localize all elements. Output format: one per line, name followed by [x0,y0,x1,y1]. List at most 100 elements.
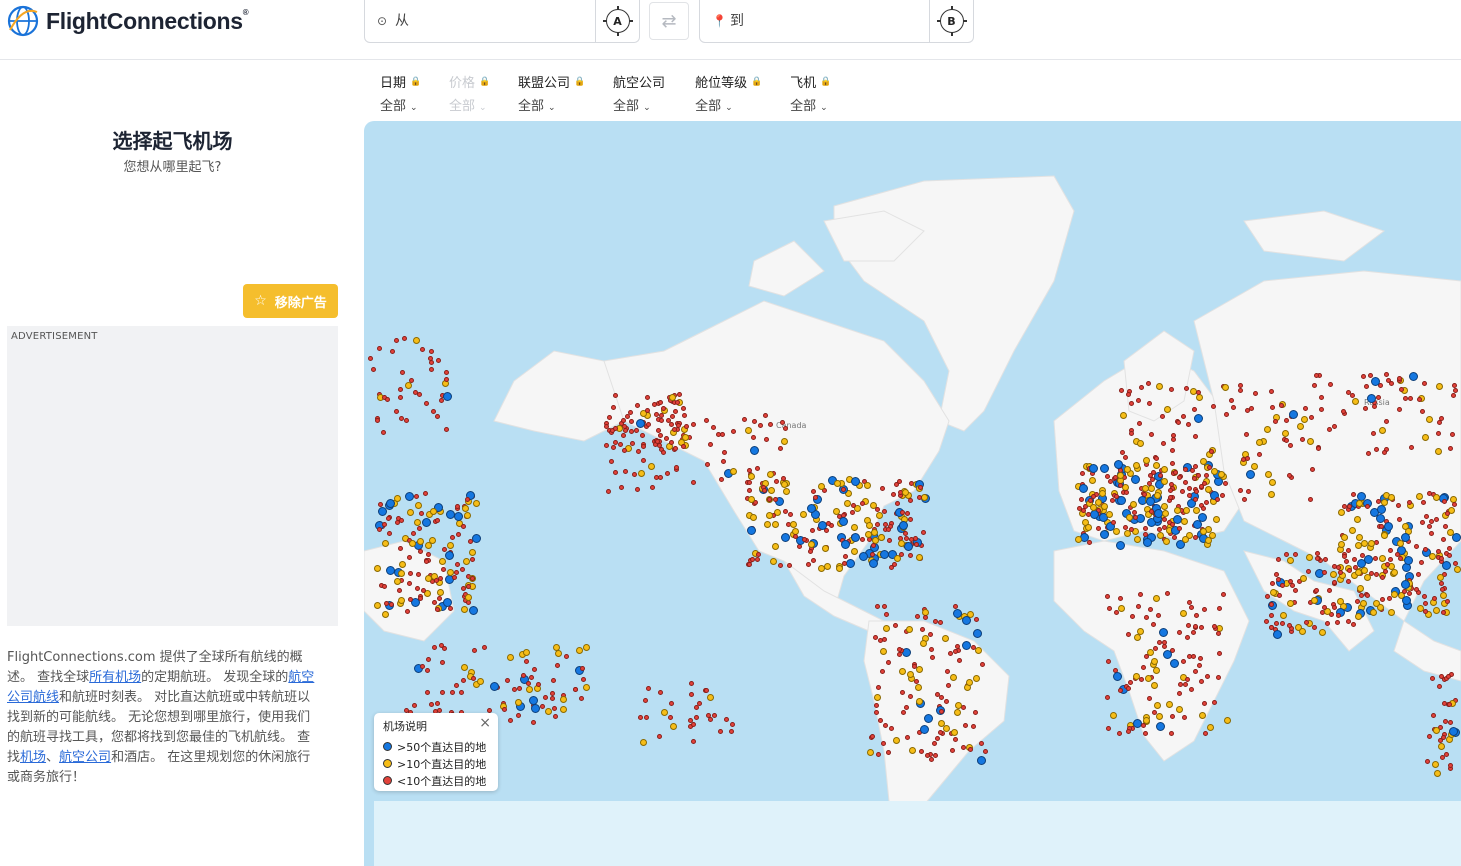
airport-marker[interactable] [376,345,382,351]
airport-marker[interactable] [1363,405,1369,411]
airport-marker[interactable] [1182,479,1188,485]
airport-marker[interactable] [1105,593,1111,599]
airport-marker[interactable] [915,553,923,561]
airport-marker[interactable] [1204,537,1212,545]
airport-marker[interactable] [1245,469,1255,479]
airport-marker[interactable] [916,494,922,500]
airport-marker[interactable] [1177,629,1183,635]
airport-marker[interactable] [1143,456,1150,464]
airport-marker[interactable] [1286,622,1292,628]
airport-marker[interactable] [868,559,878,569]
airport-marker[interactable] [1192,496,1198,502]
airport-marker[interactable] [747,496,755,504]
airport-marker[interactable] [754,556,760,562]
airport-marker[interactable] [579,665,585,671]
airport-marker[interactable] [841,560,847,566]
airport-marker[interactable] [967,746,973,752]
airport-marker[interactable] [564,653,570,659]
airport-marker[interactable] [875,512,883,520]
airport-marker[interactable] [501,706,507,712]
airport-marker[interactable] [688,691,694,697]
airport-marker[interactable] [1446,553,1452,559]
airport-marker[interactable] [768,421,774,427]
airport-marker[interactable] [920,494,928,502]
airport-marker[interactable] [1173,470,1178,475]
airport-marker[interactable] [1318,394,1324,400]
airport-marker[interactable] [1387,556,1393,562]
airport-marker[interactable] [874,521,880,527]
airport-marker[interactable] [1193,612,1199,618]
airport-marker[interactable] [945,682,951,688]
airport-marker[interactable] [490,681,500,691]
airport-marker[interactable] [1224,411,1230,417]
airport-marker[interactable] [851,477,860,486]
airport-marker[interactable] [811,557,816,563]
airport-marker[interactable] [684,423,690,429]
airport-marker[interactable] [1433,517,1439,522]
airport-marker[interactable] [859,537,865,543]
airport-marker[interactable] [1151,710,1157,716]
airport-marker[interactable] [1185,622,1191,628]
airport-marker[interactable] [1307,497,1313,503]
airport-marker[interactable] [1387,493,1395,501]
airport-marker[interactable] [1276,556,1282,562]
airport-marker[interactable] [1186,486,1192,492]
airport-marker[interactable] [461,605,468,613]
airport-marker[interactable] [374,601,381,609]
world-route-map[interactable]: Canada Russia [364,121,1461,866]
airport-marker[interactable] [424,690,430,696]
airport-marker[interactable] [439,689,445,695]
airport-marker[interactable] [1141,491,1147,497]
airport-marker[interactable] [842,553,848,559]
airport-marker[interactable] [611,404,617,410]
airport-marker[interactable] [1150,622,1156,628]
airport-marker[interactable] [1337,569,1343,575]
airport-marker[interactable] [1441,701,1447,707]
airport-marker[interactable] [1388,381,1394,387]
airport-marker[interactable] [707,693,715,701]
airport-marker[interactable] [1265,470,1273,478]
airport-marker[interactable] [1431,595,1437,601]
airport-marker[interactable] [464,594,472,601]
airport-marker[interactable] [398,415,404,421]
airport-marker[interactable] [1272,629,1282,639]
airport-marker[interactable] [645,422,651,427]
airport-marker[interactable] [1314,372,1319,378]
airport-marker[interactable] [1152,461,1160,469]
airport-marker[interactable] [469,556,475,562]
airport-marker[interactable] [461,504,469,512]
airport-marker[interactable] [877,533,885,541]
airport-marker[interactable] [1347,567,1353,573]
airport-marker[interactable] [1276,593,1282,599]
airport-marker[interactable] [643,714,649,720]
locate-destination-button[interactable]: B [929,0,973,43]
airport-marker[interactable] [885,749,891,755]
airport-marker[interactable] [471,533,481,543]
airport-marker[interactable] [1303,405,1309,411]
airport-marker[interactable] [1421,433,1429,441]
airport-marker[interactable] [436,588,444,596]
to-input[interactable] [730,13,929,29]
airport-marker[interactable] [1216,651,1222,657]
airport-marker[interactable] [487,707,493,713]
airport-marker[interactable] [1355,612,1363,620]
airport-marker[interactable] [1293,587,1299,593]
airport-marker[interactable] [468,605,478,615]
airport-marker[interactable] [1349,526,1356,534]
filter-alliance[interactable]: 联盟公司 🔒 全部 ⌄ [518,72,585,114]
airport-marker[interactable] [1400,580,1410,590]
airport-marker[interactable] [1352,397,1360,405]
airport-marker[interactable] [1409,444,1414,450]
airport-marker[interactable] [449,534,455,540]
airport-marker[interactable] [1148,509,1154,515]
airport-marker[interactable] [849,509,855,515]
airport-marker[interactable] [1416,572,1421,577]
airport-marker[interactable] [604,423,610,429]
airport-marker[interactable] [1438,415,1444,421]
airport-marker[interactable] [1142,537,1152,547]
airport-marker[interactable] [1237,487,1243,493]
airport-marker[interactable] [634,427,640,433]
airport-marker[interactable] [1223,480,1229,486]
airport-marker[interactable] [1191,629,1197,635]
airport-marker[interactable] [704,687,710,693]
